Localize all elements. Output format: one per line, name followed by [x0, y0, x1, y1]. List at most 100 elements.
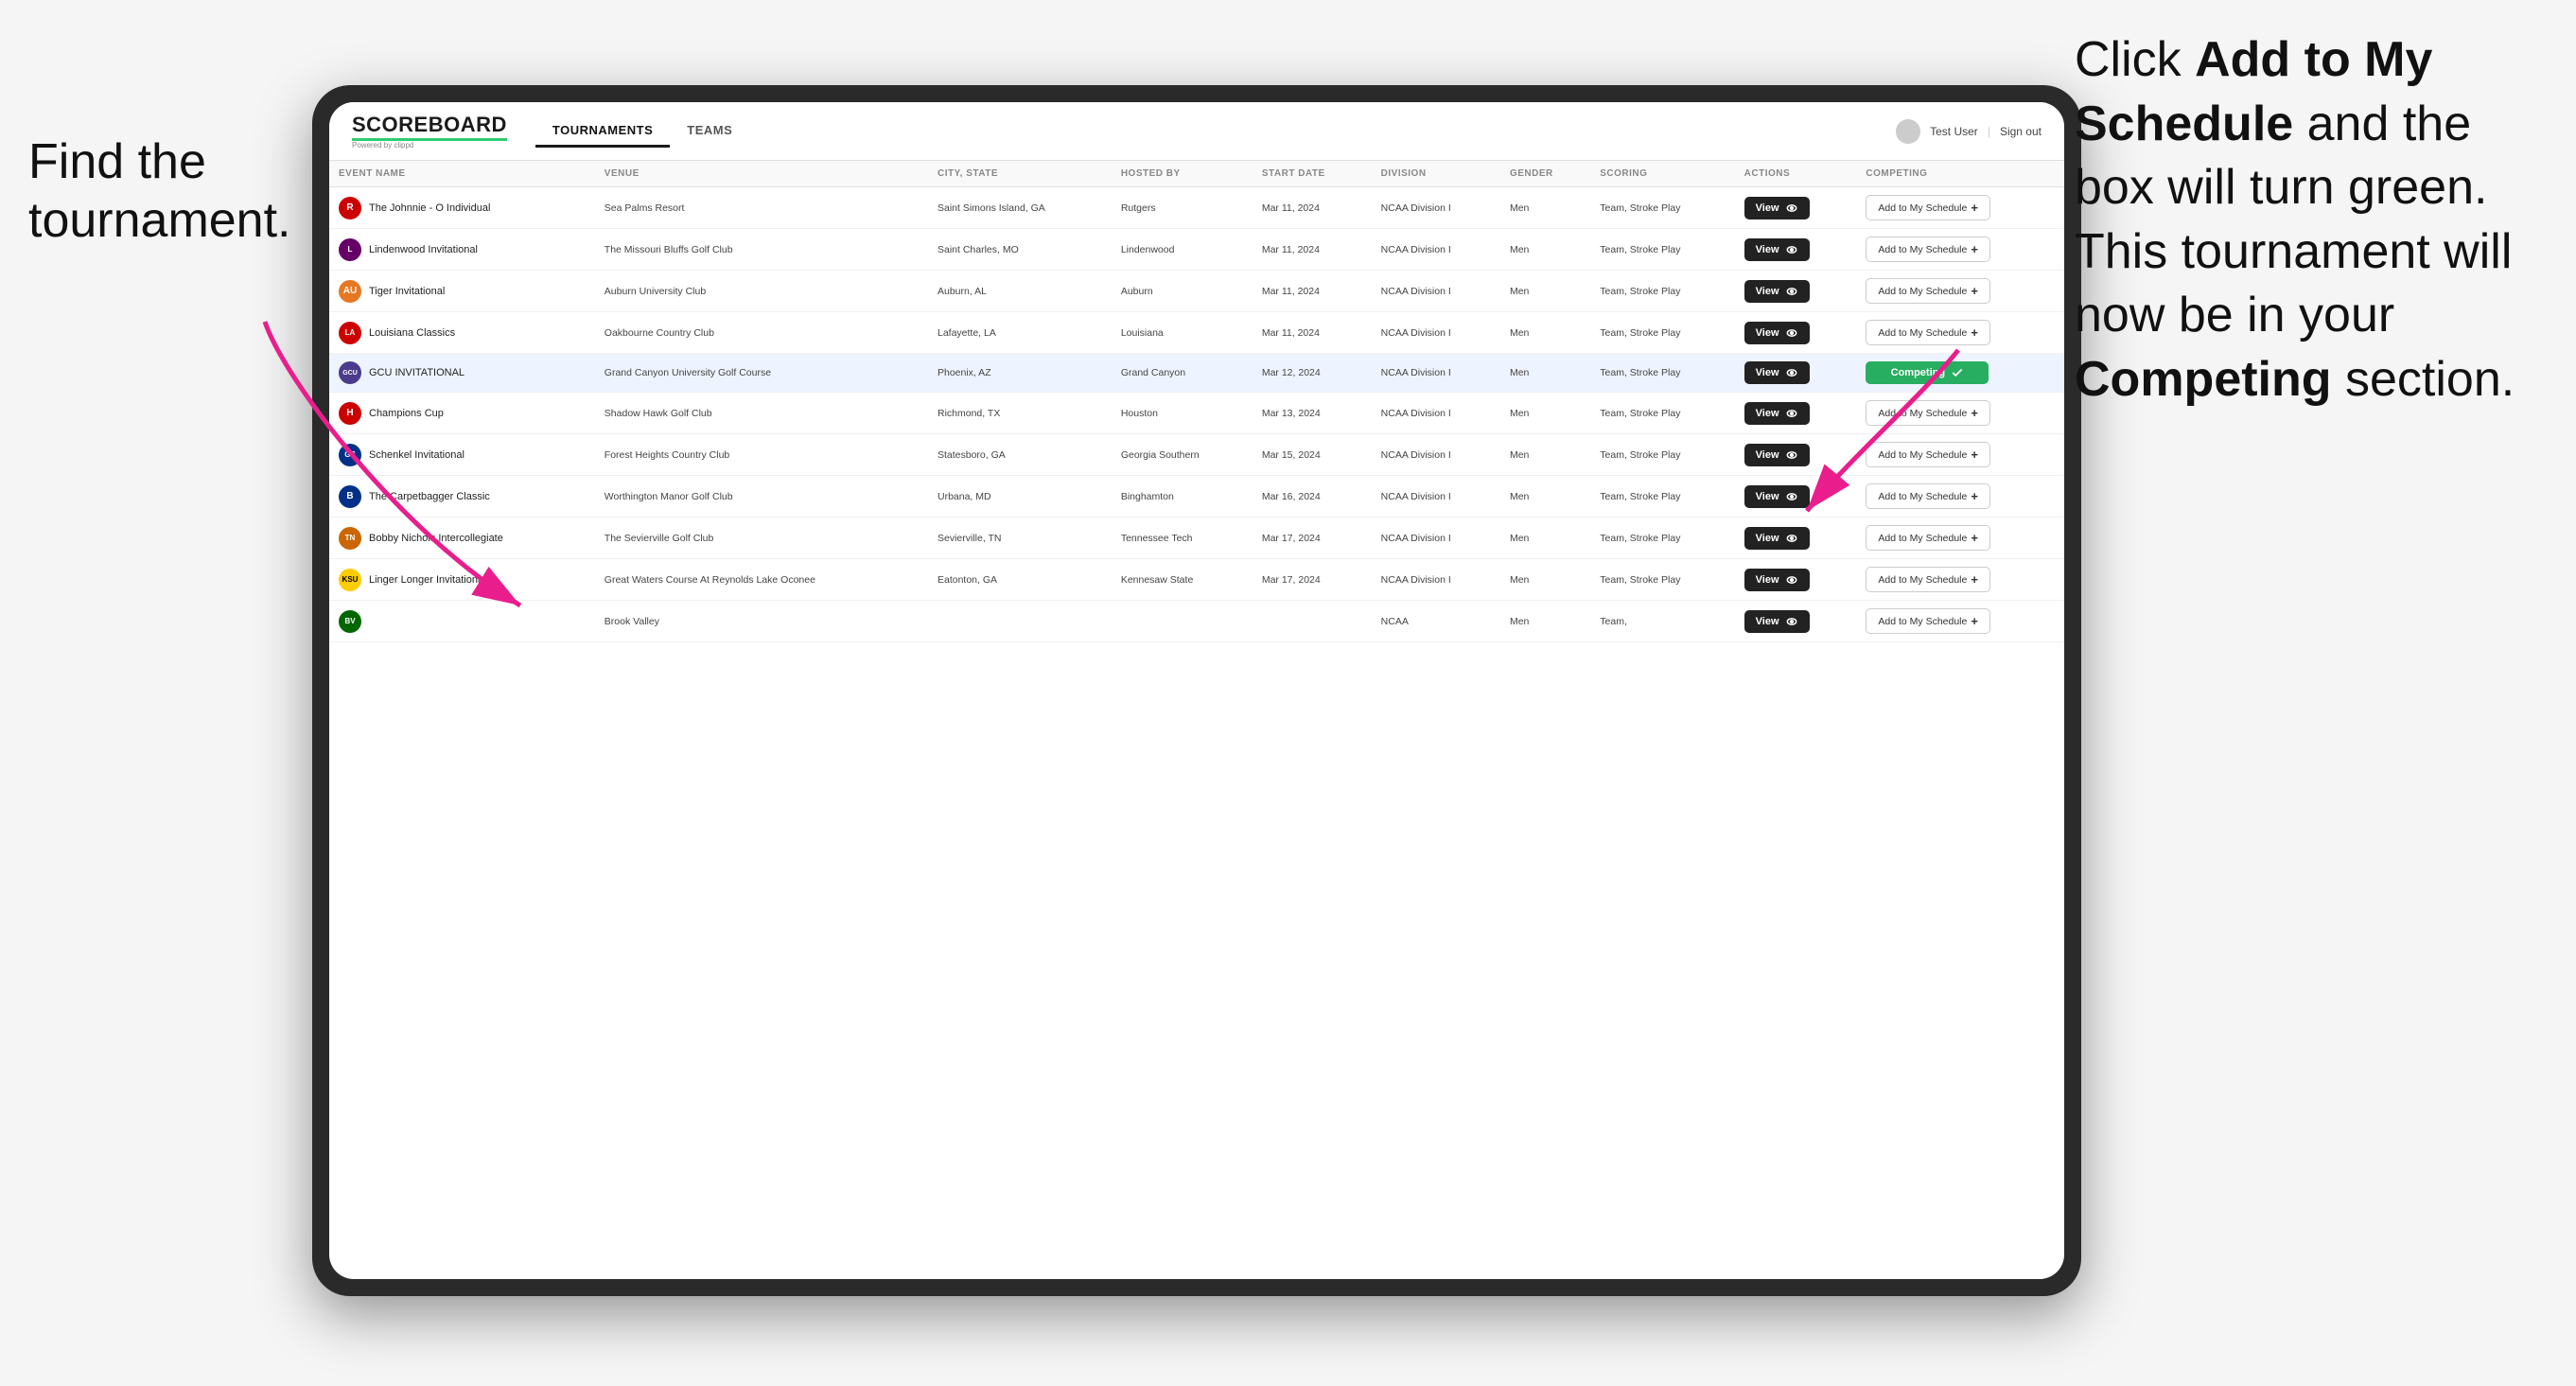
division-cell: NCAA Division I: [1372, 354, 1500, 393]
hosted-by-cell: Lindenwood: [1112, 229, 1253, 271]
gender-cell: Men: [1500, 518, 1590, 559]
view-button[interactable]: View: [1744, 610, 1810, 633]
venue-cell: Grand Canyon University Golf Course: [595, 354, 928, 393]
nav-tabs: TOURNAMENTS TEAMS: [535, 115, 749, 148]
city-state-cell: Statesboro, GA: [928, 434, 1112, 476]
scoring-cell: Team, Stroke Play: [1590, 393, 1734, 434]
col-competing: COMPETING: [1856, 161, 2064, 187]
start-date-cell: Mar 11, 2024: [1253, 271, 1372, 312]
scoring-cell: Team, Stroke Play: [1590, 187, 1734, 229]
add-schedule-label: Add to My Schedule: [1878, 286, 1967, 297]
division-cell: NCAA: [1372, 601, 1500, 642]
tab-tournaments[interactable]: TOURNAMENTS: [535, 115, 670, 148]
start-date-cell: Mar 17, 2024: [1253, 559, 1372, 601]
actions-cell: View: [1735, 229, 1857, 271]
add-schedule-label: Add to My Schedule: [1878, 616, 1967, 627]
hosted-by-cell: Binghamton: [1112, 476, 1253, 518]
competing-cell: Add to My Schedule +: [1856, 229, 2064, 271]
view-button[interactable]: View: [1744, 280, 1810, 303]
hosted-by-cell: Georgia Southern: [1112, 434, 1253, 476]
add-to-schedule-button[interactable]: Add to My Schedule +: [1866, 237, 1990, 262]
venue-cell: Worthington Manor Golf Club: [595, 476, 928, 518]
tab-teams[interactable]: TEAMS: [670, 115, 749, 148]
start-date-cell: Mar 11, 2024: [1253, 312, 1372, 354]
scoring-cell: Team,: [1590, 601, 1734, 642]
scoring-cell: Team, Stroke Play: [1590, 434, 1734, 476]
start-date-cell: Mar 13, 2024: [1253, 393, 1372, 434]
app-header: SCOREBOARD Powered by clippd TOURNAMENTS…: [329, 102, 2064, 161]
scoring-cell: Team, Stroke Play: [1590, 518, 1734, 559]
division-cell: NCAA Division I: [1372, 271, 1500, 312]
gender-cell: Men: [1500, 601, 1590, 642]
venue-cell: Shadow Hawk Golf Club: [595, 393, 928, 434]
add-to-schedule-button[interactable]: Add to My Schedule +: [1866, 195, 1990, 220]
division-cell: NCAA Division I: [1372, 434, 1500, 476]
actions-cell: View: [1735, 601, 1857, 642]
team-logo: L: [339, 238, 361, 261]
scoring-cell: Team, Stroke Play: [1590, 271, 1734, 312]
venue-cell: Auburn University Club: [595, 271, 928, 312]
city-state-cell: Lafayette, LA: [928, 312, 1112, 354]
add-to-schedule-button[interactable]: Add to My Schedule +: [1866, 278, 1990, 304]
user-avatar: [1896, 119, 1920, 144]
division-cell: NCAA Division I: [1372, 559, 1500, 601]
table-row: AU Tiger Invitational Auburn University …: [329, 271, 2064, 312]
city-state-cell: Phoenix, AZ: [928, 354, 1112, 393]
col-gender: GENDER: [1500, 161, 1590, 187]
division-cell: NCAA Division I: [1372, 187, 1500, 229]
header-right: Test User | Sign out: [1896, 119, 2042, 144]
col-scoring: SCORING: [1590, 161, 1734, 187]
col-city-state: CITY, STATE: [928, 161, 1112, 187]
city-state-cell: Auburn, AL: [928, 271, 1112, 312]
division-cell: NCAA Division I: [1372, 393, 1500, 434]
start-date-cell: Mar 17, 2024: [1253, 518, 1372, 559]
division-cell: NCAA Division I: [1372, 229, 1500, 271]
hosted-by-cell: Houston: [1112, 393, 1253, 434]
division-cell: NCAA Division I: [1372, 518, 1500, 559]
city-state-cell: [928, 601, 1112, 642]
scoring-cell: Team, Stroke Play: [1590, 559, 1734, 601]
actions-cell: View: [1735, 271, 1857, 312]
view-button[interactable]: View: [1744, 197, 1810, 219]
sign-out-link[interactable]: Sign out: [2000, 125, 2042, 138]
hosted-by-cell: Kennesaw State: [1112, 559, 1253, 601]
scoring-cell: Team, Stroke Play: [1590, 312, 1734, 354]
table-row: BV Brook ValleyNCAAMenTeam, View Add to …: [329, 601, 2064, 642]
gender-cell: Men: [1500, 187, 1590, 229]
col-hosted-by: HOSTED BY: [1112, 161, 1253, 187]
logo-subtext: Powered by clippd: [352, 141, 507, 149]
plus-icon: +: [1971, 614, 1978, 628]
division-cell: NCAA Division I: [1372, 476, 1500, 518]
logo-text: SCOREBOARD: [352, 113, 507, 137]
event-name-text: Lindenwood Invitational: [369, 244, 478, 255]
venue-cell: The Missouri Bluffs Golf Club: [595, 229, 928, 271]
team-logo: R: [339, 197, 361, 219]
table-row: R The Johnnie - O Individual Sea Palms R…: [329, 187, 2064, 229]
start-date-cell: Mar 16, 2024: [1253, 476, 1372, 518]
user-name: Test User: [1930, 125, 1978, 138]
arrow-right: [1731, 322, 2015, 605]
add-to-schedule-button[interactable]: Add to My Schedule +: [1866, 608, 1990, 634]
event-name-cell: L Lindenwood Invitational: [329, 229, 595, 271]
city-state-cell: Urbana, MD: [928, 476, 1112, 518]
competing-cell: Add to My Schedule +: [1856, 187, 2064, 229]
annotation-right: Click Add to My Schedule and the box wil…: [2075, 28, 2548, 412]
venue-cell: The Sevierville Golf Club: [595, 518, 928, 559]
actions-cell: View: [1735, 187, 1857, 229]
eye-icon: [1785, 615, 1798, 628]
gender-cell: Men: [1500, 476, 1590, 518]
start-date-cell: [1253, 601, 1372, 642]
table-row: L Lindenwood Invitational The Missouri B…: [329, 229, 2064, 271]
hosted-by-cell: Grand Canyon: [1112, 354, 1253, 393]
plus-icon: +: [1971, 242, 1978, 256]
hosted-by-cell: Louisiana: [1112, 312, 1253, 354]
gender-cell: Men: [1500, 312, 1590, 354]
scoring-cell: Team, Stroke Play: [1590, 229, 1734, 271]
scoring-cell: Team, Stroke Play: [1590, 354, 1734, 393]
view-button[interactable]: View: [1744, 238, 1810, 261]
start-date-cell: Mar 12, 2024: [1253, 354, 1372, 393]
venue-cell: Great Waters Course At Reynolds Lake Oco…: [595, 559, 928, 601]
arrow-left: [208, 265, 587, 643]
venue-cell: Forest Heights Country Club: [595, 434, 928, 476]
tablet-screen: SCOREBOARD Powered by clippd TOURNAMENTS…: [329, 102, 2064, 1279]
